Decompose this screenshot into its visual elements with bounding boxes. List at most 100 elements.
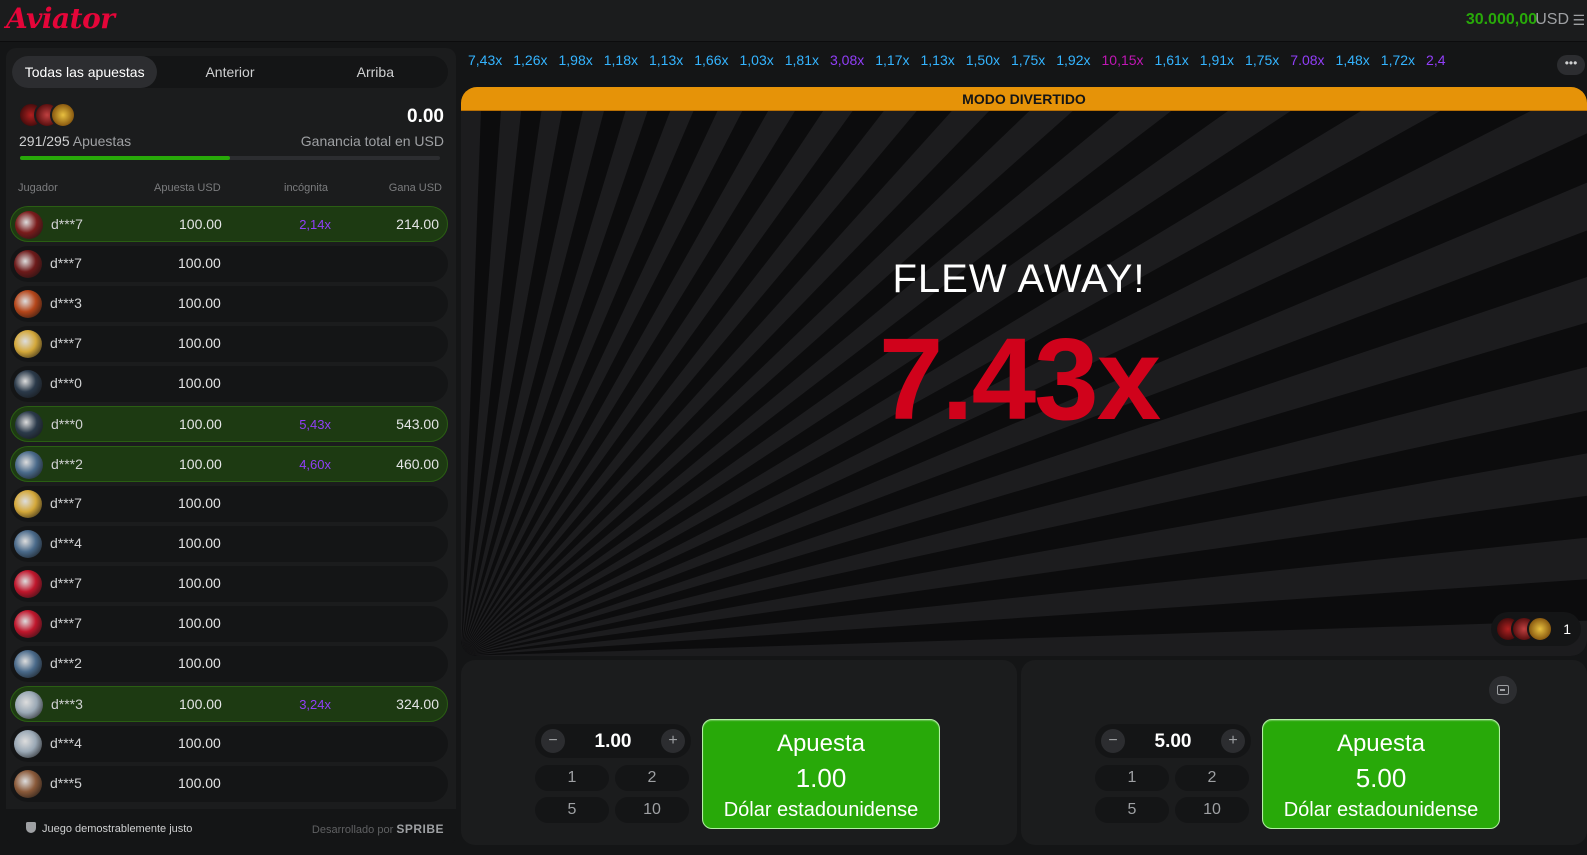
tab-top[interactable]: Arriba [303, 56, 448, 88]
bet-button-currency: Dólar estadounidense [1283, 799, 1479, 821]
history-multiplier[interactable]: 1,26x [513, 52, 547, 68]
place-bet-button[interactable]: Apuesta 5.00 Dólar estadounidense [1262, 719, 1500, 829]
history-multiplier[interactable]: 1,13x [921, 52, 955, 68]
player-name: d***3 [50, 295, 82, 311]
balance-currency: USD [1535, 11, 1569, 28]
player-name: d***0 [50, 375, 82, 391]
quick-bet-5[interactable]: 5 [1095, 797, 1169, 823]
player-name: d***4 [50, 735, 82, 751]
bet-amount: 100.00 [179, 696, 222, 712]
table-row: d***7 100.00 [10, 566, 448, 602]
history-multiplier[interactable]: 1,13x [649, 52, 683, 68]
remove-panel-button[interactable] [1489, 676, 1517, 704]
table-row: d***4 100.00 [10, 526, 448, 562]
history-multiplier[interactable]: 10,15x [1102, 52, 1144, 68]
tab-all-bets[interactable]: Todas las apuestas [12, 56, 158, 88]
balance-amount: 30.000,00 [1465, 11, 1537, 28]
quick-bet-10[interactable]: 10 [1175, 797, 1249, 823]
online-players: 1 [1491, 612, 1581, 646]
win-amount: 214.00 [396, 216, 439, 232]
history-multiplier[interactable]: 7.08x [1290, 52, 1324, 68]
cashout-multiplier: 3,24x [299, 697, 331, 712]
bets-count-value: 291/295 [19, 133, 70, 149]
history-multiplier[interactable]: 1,98x [559, 52, 593, 68]
history-multiplier[interactable]: 1,75x [1245, 52, 1279, 68]
avatar [14, 570, 42, 598]
history-multiplier[interactable]: 7,43x [468, 52, 502, 68]
bets-footer: Juego demostrablemente justo Desarrollad… [6, 809, 456, 845]
col-multiplier: incógnita [284, 182, 329, 194]
avatar [14, 290, 42, 318]
history-multiplier[interactable]: 1,91x [1200, 52, 1234, 68]
avatar [15, 211, 43, 239]
history-multiplier[interactable]: 1,48x [1336, 52, 1370, 68]
quick-bet-10[interactable]: 10 [615, 797, 689, 823]
provably-fair-link[interactable]: Juego demostrablemente justo [26, 822, 192, 835]
progress-fill [20, 156, 230, 160]
increase-bet-button[interactable]: + [1221, 729, 1245, 753]
win-amount: 324.00 [396, 696, 439, 712]
quick-bet-1[interactable]: 1 [1095, 765, 1169, 791]
history-multiplier[interactable]: 1,75x [1011, 52, 1045, 68]
table-row: d***2 100.00 [10, 646, 448, 682]
bet-amount: 100.00 [178, 615, 221, 631]
player-name: d***7 [50, 255, 82, 271]
bet-amount: 100.00 [178, 535, 221, 551]
history-multiplier[interactable]: 1,66x [694, 52, 728, 68]
avatar [14, 610, 42, 638]
avatar [14, 530, 42, 558]
bet-amount: 100.00 [178, 735, 221, 751]
bet-amount: 100.00 [178, 335, 221, 351]
history-multiplier[interactable]: 1,81x [785, 52, 819, 68]
game-area: MODO DIVERTIDO FLEW AWAY! 7.43x 1 [461, 87, 1587, 656]
win-amount: 543.00 [396, 416, 439, 432]
win-amount: 460.00 [396, 456, 439, 472]
quick-bet-1[interactable]: 1 [535, 765, 609, 791]
avatar [14, 650, 42, 678]
history-more-button[interactable]: ••• [1557, 55, 1585, 75]
history-multiplier[interactable]: 3,08x [830, 52, 864, 68]
bets-progress-bar [20, 156, 440, 160]
quick-bet-2[interactable]: 2 [615, 765, 689, 791]
bet-amount: 100.00 [179, 216, 222, 232]
table-row: d***5 100.00 [10, 766, 448, 802]
player-name: d***3 [51, 696, 83, 712]
hamburger-icon[interactable]: ☰ [1572, 12, 1585, 29]
history-multiplier[interactable]: 1,92x [1056, 52, 1090, 68]
tab-previous[interactable]: Anterior [157, 56, 302, 88]
increase-bet-button[interactable]: + [661, 729, 685, 753]
table-row: d***3 100.00 [10, 286, 448, 322]
bet-amount: 100.00 [178, 375, 221, 391]
table-row: d***4 100.00 [10, 726, 448, 762]
history-multiplier[interactable]: 1,72x [1381, 52, 1415, 68]
avatar [14, 370, 42, 398]
bet-amount: 100.00 [178, 295, 221, 311]
player-name: d***7 [50, 615, 82, 631]
aviator-logo[interactable]: Aviator [6, 2, 115, 35]
bet-panel-1: − 1.00 + 1 2 5 10 Apuesta 1.00 Dólar est… [461, 660, 1017, 845]
table-row: d***7 100.00 2,14x 214.00 [10, 206, 448, 242]
bet-amount-stepper: − 1.00 + [535, 724, 691, 758]
history-multiplier[interactable]: 1,50x [966, 52, 1000, 68]
history-multiplier[interactable]: 1,03x [740, 52, 774, 68]
history-multiplier[interactable]: 1,18x [604, 52, 638, 68]
powered-by: Desarrollado por SPRIBE [312, 822, 444, 836]
quick-bet-5[interactable]: 5 [535, 797, 609, 823]
player-name: d***5 [50, 775, 82, 791]
avatar [15, 451, 43, 479]
place-bet-button[interactable]: Apuesta 1.00 Dólar estadounidense [702, 719, 940, 829]
player-name: d***2 [51, 456, 83, 472]
cashout-multiplier: 4,60x [299, 457, 331, 472]
history-multiplier[interactable]: 1,17x [875, 52, 909, 68]
bet-button-title: Apuesta [1336, 730, 1426, 757]
history-multiplier[interactable]: 1,61x [1155, 52, 1189, 68]
bet-amount: 100.00 [178, 575, 221, 591]
provably-fair-label: Juego demostrablemente justo [42, 823, 193, 835]
history-multiplier[interactable]: 2,4 [1426, 52, 1445, 68]
bet-amount: 100.00 [179, 456, 222, 472]
bets-tabs: Todas las apuestas Anterior Arriba [12, 56, 448, 88]
bet-button-amount: 5.00 [1355, 763, 1407, 793]
cashout-multiplier: 5,43x [299, 417, 331, 432]
quick-bet-2[interactable]: 2 [1175, 765, 1249, 791]
bet-amount: 100.00 [178, 775, 221, 791]
